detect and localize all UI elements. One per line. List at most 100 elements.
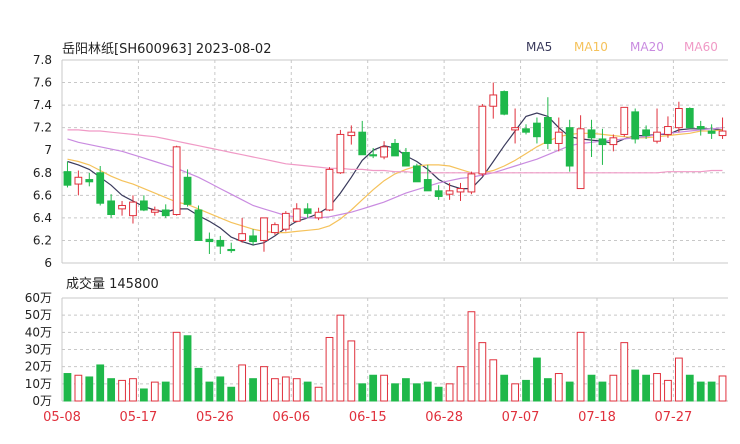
candle-body	[205, 238, 214, 243]
volume-bar	[434, 386, 443, 402]
candle	[456, 182, 465, 201]
volume-bar	[347, 340, 356, 402]
candle-body	[609, 137, 618, 146]
volume-bar	[150, 381, 159, 402]
candle	[303, 203, 312, 218]
candle-body	[303, 208, 312, 214]
candle	[194, 205, 203, 241]
candle	[63, 161, 72, 188]
candle-body	[238, 233, 247, 241]
candle-body	[281, 212, 290, 230]
candle-body	[96, 172, 105, 204]
candle	[358, 120, 367, 156]
candle-body	[467, 173, 476, 193]
volume-bar	[445, 383, 454, 402]
candle-body	[161, 209, 170, 217]
candle-body	[172, 146, 181, 216]
candle	[161, 204, 170, 218]
price-tick-label: 6.8	[33, 166, 52, 180]
candle-body	[653, 131, 661, 142]
date-tick-label: 07-27	[655, 410, 693, 425]
volume-tick-label: 30万	[25, 343, 52, 357]
volume-bar	[325, 336, 334, 402]
volume-bar	[140, 388, 148, 402]
candle-body	[707, 130, 716, 134]
candle-body	[543, 117, 552, 144]
volume-bar	[194, 367, 203, 402]
volume-bar	[380, 374, 388, 402]
volume-tick-label: 40万	[25, 325, 52, 339]
candle-body	[107, 200, 116, 216]
candle	[271, 222, 279, 235]
volume-bar	[260, 366, 268, 402]
candle	[674, 101, 683, 133]
candle	[402, 147, 410, 167]
candle	[74, 170, 83, 196]
date-tick-label: 05-17	[120, 410, 158, 425]
volume-bar	[402, 378, 410, 402]
volume-bar	[314, 386, 323, 402]
volume-bar	[511, 383, 519, 402]
ma-legend: MA5 MA10 MA20 MA60	[526, 40, 718, 54]
candle	[172, 145, 181, 216]
date-tick-label: 06-15	[349, 410, 387, 425]
volume-bar	[609, 374, 618, 402]
volume-tick-label: 20万	[25, 360, 52, 374]
candle	[85, 172, 94, 187]
volume-bar	[718, 375, 727, 402]
volume-bar	[107, 378, 116, 402]
candle-body	[249, 235, 257, 243]
volume-bar	[685, 374, 694, 402]
candle-body	[74, 176, 83, 185]
volume-bar	[336, 314, 345, 402]
chart-canvas: 岳阳林纸[SH600963] 2023-08-02 MA5 MA10 MA20 MA6…	[25, 40, 728, 425]
candles	[63, 82, 727, 254]
price-tick-label: 6.4	[33, 211, 52, 225]
volume-bar	[292, 378, 301, 402]
date-tick-label: 07-07	[502, 410, 540, 425]
volume-bar	[271, 378, 279, 402]
volume-bars	[63, 311, 727, 402]
candle-body	[216, 239, 225, 247]
candle	[314, 207, 323, 221]
candle	[478, 103, 487, 177]
candle-body	[391, 142, 399, 157]
candle-body	[576, 128, 585, 190]
candle-body	[620, 106, 629, 135]
candle-body	[598, 138, 607, 146]
candle	[249, 229, 257, 245]
volume-bar	[369, 374, 378, 402]
date-tick-label: 06-28	[425, 410, 463, 425]
candle	[412, 163, 421, 183]
candle	[685, 107, 694, 129]
volume-bar	[674, 357, 683, 402]
candle	[281, 211, 290, 232]
candle-body	[292, 208, 301, 222]
candle-body	[183, 176, 192, 205]
candle-body	[674, 107, 683, 129]
price-tick-label: 6.2	[33, 233, 52, 247]
candle	[107, 194, 116, 218]
volume-bar	[74, 374, 83, 402]
volume-tick-label: 10万	[25, 377, 52, 391]
candle-body	[718, 130, 727, 137]
volume-bar	[707, 381, 716, 402]
candle-body	[412, 165, 421, 183]
volume-bar	[216, 376, 225, 402]
candle	[391, 138, 399, 157]
candle-body	[522, 128, 530, 133]
candle	[434, 185, 443, 200]
candle-body	[642, 129, 650, 137]
volume-bar	[587, 374, 596, 402]
legend-ma60: MA60	[684, 40, 718, 54]
volume-bar	[543, 378, 552, 402]
candle	[347, 125, 356, 145]
price-tick-label: 7.6	[33, 76, 52, 90]
candle	[664, 116, 672, 138]
candle-body	[554, 131, 563, 144]
candle-body	[587, 129, 596, 139]
candle-body	[402, 151, 410, 167]
candle	[118, 200, 126, 216]
volume-bar	[303, 381, 312, 402]
candle-body	[85, 179, 94, 183]
